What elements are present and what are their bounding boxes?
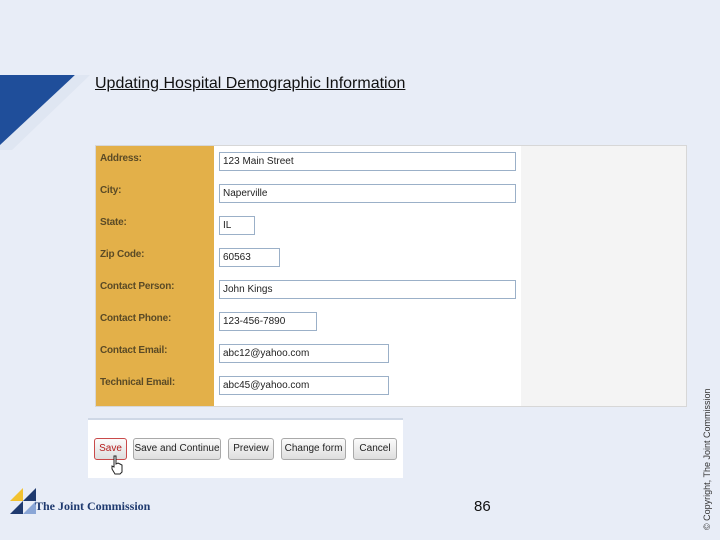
technical-email-input[interactable]: abc45@yahoo.com [219,376,389,395]
logo-text: The Joint Commission [35,499,151,513]
save-and-continue-button[interactable]: Save and Continue [133,438,221,460]
contact-phone-input[interactable]: 123-456-7890 [219,312,317,331]
cancel-button[interactable]: Cancel [353,438,397,460]
address-input[interactable]: 123 Main Street [219,152,516,171]
contact-person-label: Contact Person: [100,281,175,292]
contact-person-input[interactable]: John Kings [219,280,516,299]
joint-commission-logo-icon [10,488,36,514]
city-label: City: [100,185,122,196]
technical-email-label: Technical Email: [100,377,175,388]
state-label: State: [100,217,127,228]
preview-button[interactable]: Preview [228,438,274,460]
slide: Updating Hospital Demographic Informatio… [0,0,720,540]
demographic-form: Address: City: State: Zip Code: Contact … [95,145,687,407]
address-label: Address: [100,153,142,164]
slide-title: Updating Hospital Demographic Informatio… [95,75,406,92]
form-right-panel [521,146,686,406]
zip-code-label: Zip Code: [100,249,145,260]
label-column: Address: City: State: Zip Code: Contact … [96,146,214,406]
city-input[interactable]: Naperville [219,184,516,203]
hand-pointer-icon [111,455,123,475]
page-number: 86 [474,498,491,515]
state-input[interactable]: IL [219,216,255,235]
button-bar: Save Save and Continue Preview Change fo… [88,418,403,478]
contact-phone-label: Contact Phone: [100,313,172,324]
change-form-button[interactable]: Change form [281,438,346,460]
contact-email-label: Contact Email: [100,345,168,356]
zip-code-input[interactable]: 60563 [219,248,280,267]
corner-decoration [0,75,90,150]
copyright-notice: © Copyright, The Joint Commission [702,388,712,530]
contact-email-input[interactable]: abc12@yahoo.com [219,344,389,363]
